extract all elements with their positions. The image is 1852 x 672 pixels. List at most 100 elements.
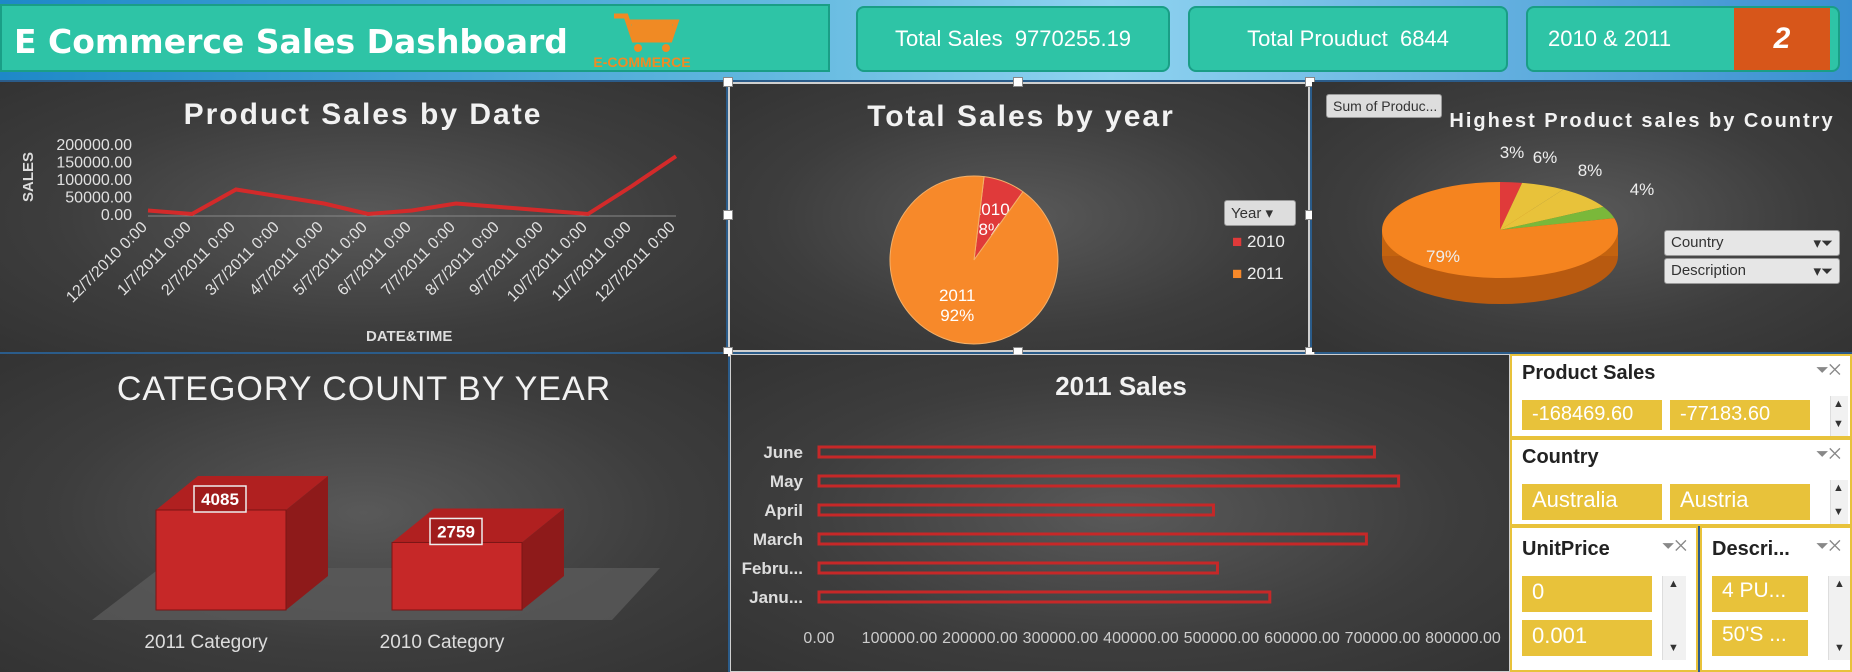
kpi-total-product: Total Prouduct 6844 (1188, 6, 1508, 72)
resize-handle[interactable] (723, 77, 733, 87)
x-tick-label: 400000.00 (1103, 630, 1179, 647)
description-filter-label: Description (1671, 262, 1747, 279)
clear-filter-icon[interactable]: ⏷✕ (1816, 446, 1841, 464)
slicer-item[interactable]: -168469.60 (1522, 400, 1662, 430)
kpi-total-sales: Total Sales 9770255.19 (856, 6, 1170, 72)
sales-2011-panel: 2011 Sales June May April March Febru... Janu… (730, 354, 1510, 672)
country-sales-panel: Sum of Produc... Highest Product sales b… (1312, 82, 1852, 352)
sales-bar (817, 561, 1219, 575)
unit-price-slicer-title: UnitPrice (1522, 538, 1610, 560)
slicer-item[interactable]: 4 PU... (1712, 576, 1808, 612)
filter-icon: ▾⏷ (1813, 235, 1833, 252)
bar-data-label: 2759 (437, 522, 475, 541)
years-logo-number: 2 (1773, 22, 1791, 55)
clear-filter-icon[interactable]: ⏷✕ (1816, 362, 1841, 380)
filter-icon: ▾⏷ (1813, 263, 1833, 280)
x-tick-label: 11/7/2011 0:00 (549, 219, 635, 305)
bar-data-label: 4085 (201, 490, 239, 509)
category-label: 2011 Category (144, 632, 268, 653)
scroll-down-icon[interactable]: ▼ (1833, 506, 1844, 518)
slicer-scrollbar[interactable]: ▲ ▼ (1830, 480, 1848, 524)
sales-bar (817, 445, 1376, 459)
clear-filter-icon[interactable]: ⏷✕ (1816, 538, 1841, 556)
x-tick-label: 100000.00 (862, 630, 938, 647)
category-count-panel: CATEGORY COUNT BY YEAR 4085 2011 Category… (0, 354, 728, 672)
unit-price-slicer: UnitPrice ⏷✕ 0 0.001 ▲ ▼ (1510, 526, 1698, 672)
scroll-up-icon[interactable]: ▲ (1833, 482, 1844, 494)
product-sales-slicer-title: Product Sales (1522, 362, 1656, 384)
kpi-total-sales-value: 9770255.19 (1014, 26, 1132, 51)
description-slicer-title: Descri... (1712, 538, 1790, 560)
sales-bar (817, 590, 1272, 604)
scroll-up-icon[interactable]: ▲ (1834, 578, 1845, 590)
x-tick-label: 300000.00 (1023, 630, 1099, 647)
line-chart-xlabel: DATE&TIME (366, 328, 453, 345)
y-tick-label: 50000.00 (65, 190, 132, 207)
logo-text: E-COMMERCE (593, 54, 691, 70)
x-tick-label: 12/7/2011 0:00 (592, 219, 679, 306)
slicer-item[interactable]: 50'S ... (1712, 620, 1808, 656)
bar-front (155, 509, 287, 611)
bar-category-label: Janu... (749, 588, 803, 607)
legend-label-2010: 2010 (1247, 232, 1285, 251)
kpi-total-product-value: 6844 (1399, 26, 1449, 51)
year-legend-filter-button[interactable]: Year ▾ (1224, 200, 1296, 226)
years-logo: 2 (1734, 8, 1830, 70)
slicer-scrollbar[interactable]: ▲ ▼ (1662, 576, 1686, 660)
legend-swatch-2010: ■ (1232, 232, 1243, 251)
slicer-item[interactable]: -77183.60 (1670, 400, 1810, 430)
country-slicer: Country ⏷✕ Australia Austria ▲ ▼ (1510, 438, 1852, 526)
description-slicer: Descri... ⏷✕ 4 PU... 50'S ... ▲ ▼ (1700, 526, 1852, 672)
x-tick-label: 0.00 (803, 630, 834, 647)
resize-handle[interactable] (723, 210, 733, 220)
sales-bar (817, 503, 1215, 517)
country-filter-button[interactable]: Country ▾⏷ (1664, 230, 1840, 256)
scroll-down-icon[interactable]: ▼ (1834, 642, 1845, 654)
slicer-item[interactable]: Australia (1522, 484, 1662, 520)
legend-label-2011: 2011 (1247, 264, 1284, 283)
x-tick-label: 10/7/2011 0:00 (504, 219, 591, 306)
bar-category-label: June (763, 443, 803, 462)
title-box: E Commerce Sales Dashboard E-COMMERCE (0, 4, 830, 72)
slicer-item[interactable]: Austria (1670, 484, 1810, 520)
sales-bar (817, 532, 1368, 546)
legend-swatch-2011: ■ (1232, 264, 1243, 283)
slicer-item[interactable]: 0 (1522, 576, 1652, 612)
kpi-total-sales-label: Total Sales (894, 26, 1003, 51)
kpi-years-label: 2010 & 2011 (1548, 26, 1672, 51)
country-pie-label: 8% (1578, 161, 1603, 180)
country-pie-label: 3% (1500, 143, 1525, 162)
scroll-up-icon[interactable]: ▲ (1668, 578, 1679, 590)
resize-handle[interactable] (1013, 77, 1023, 87)
bar-front (391, 541, 523, 611)
chevron-down-icon: ▾ (1265, 205, 1274, 222)
pie-label-2011: 2011 (939, 286, 976, 305)
shopping-cart-icon (614, 13, 680, 52)
slicer-scrollbar[interactable]: ▲ ▼ (1830, 396, 1848, 436)
slicer-item[interactable]: 0.001 (1522, 620, 1652, 656)
y-tick-label: 150000.00 (56, 155, 132, 172)
bar-category-label: May (770, 472, 804, 491)
legend-item-2010: ■ 2010 (1232, 232, 1285, 252)
x-tick-label: 800000.00 (1425, 630, 1501, 647)
country-slicer-title: Country (1522, 446, 1599, 468)
scroll-down-icon[interactable]: ▼ (1833, 418, 1844, 430)
product-sales-by-date-panel: Product Sales by Date 200000.00 150000.00… (0, 82, 726, 352)
country-pie-label: 79% (1426, 247, 1460, 266)
country-pie-chart: 3% 6% 8% 4% 79% (1382, 143, 1654, 304)
bar-category-label: Febru... (742, 559, 803, 578)
year-pie-chart: 20108%201192% (889, 175, 1059, 345)
sales-bar (817, 474, 1401, 488)
dashboard-title: E Commerce Sales Dashboard (14, 22, 568, 61)
clear-filter-icon[interactable]: ⏷✕ (1662, 538, 1687, 556)
slicer-scrollbar[interactable]: ▲ ▼ (1828, 576, 1850, 660)
description-filter-button[interactable]: Description ▾⏷ (1664, 258, 1840, 284)
scroll-up-icon[interactable]: ▲ (1833, 398, 1844, 410)
kpi-total-product-label: Total Prouduct (1247, 26, 1388, 51)
line-chart: 200000.00150000.00100000.0050000.000.00 1… (56, 137, 679, 306)
total-sales-by-year-panel[interactable]: Total Sales by year 2010 8% 2011 92% Year ▾… (728, 82, 1310, 352)
y-tick-label: 100000.00 (56, 172, 132, 189)
scroll-down-icon[interactable]: ▼ (1668, 642, 1679, 654)
y-tick-label: 200000.00 (56, 137, 132, 154)
line-chart-ylabel: SALES (20, 151, 37, 202)
